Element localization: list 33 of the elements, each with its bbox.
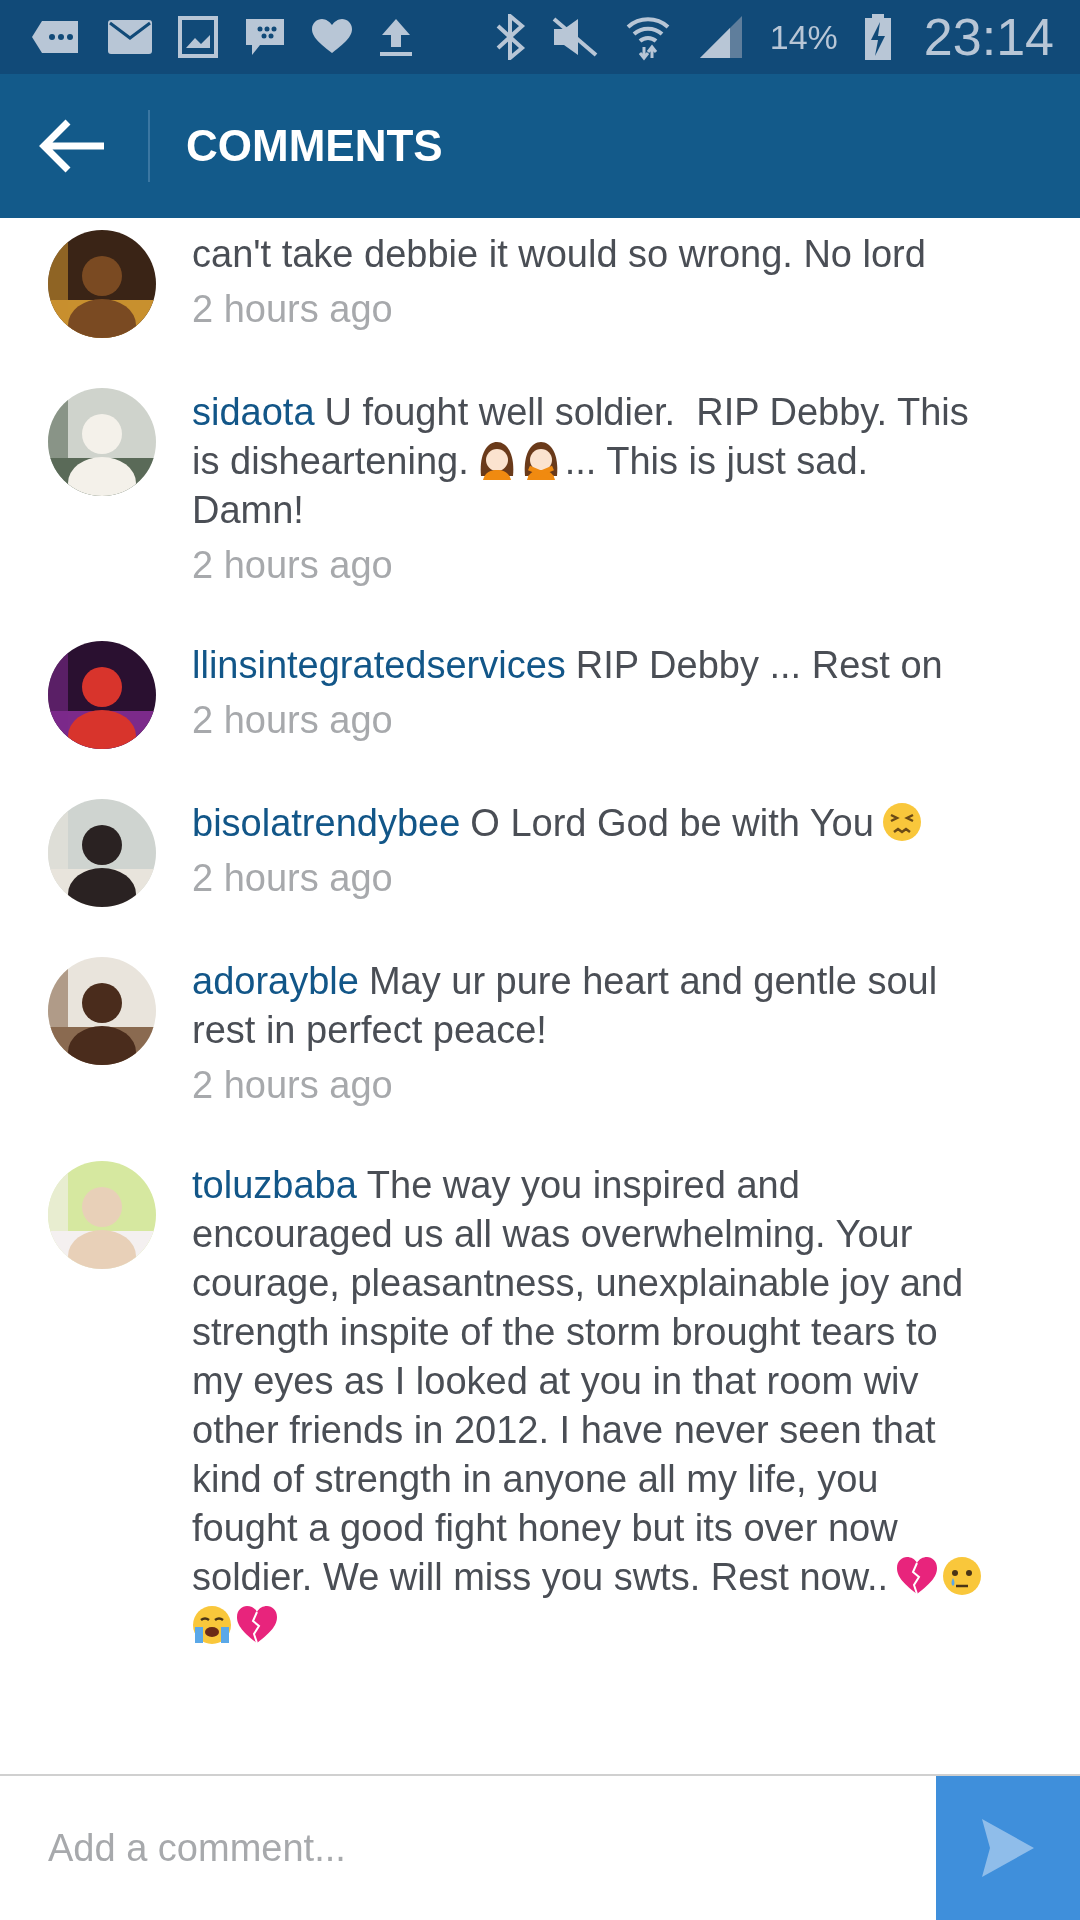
send-icon: [982, 1819, 1034, 1877]
broken-heart-emoji-icon: [896, 1556, 939, 1596]
message-icon: [244, 17, 286, 57]
comment-time: 2 hours ago: [192, 543, 394, 588]
comment-text: toluzbaba The way you inspired and encouraged us all was overwhelming. Your courage, pleasantness, unexplainable joy and strength inspite of the storm brought tears to my eyes as I looked at you in that room wiv other friends in 2012. I have never seen that kind of strength in anyone all my life, you fought a good fight honey but its over now soldier. We will miss you swts. Rest now..: [192, 1161, 992, 1651]
heart-icon: [312, 19, 352, 55]
comment-text: adorayble May ur pure heart and gentle soul rest in perfect peace!: [192, 959, 939, 1053]
username-link[interactable]: bisolatrendybee: [192, 802, 461, 844]
battery-percent: 14%: [769, 17, 838, 57]
mute-icon: [551, 17, 598, 57]
comment-time: 2 hours ago: [192, 856, 394, 901]
sobbing-face-emoji-icon: [192, 1605, 232, 1645]
broken-heart-emoji-icon: [236, 1605, 278, 1645]
comment-text: sidaota U fought well soldier. RIP Debby. This is disheartening. ... This is just sad. Damn!: [192, 390, 970, 533]
back-arrow-icon[interactable]: [38, 118, 106, 174]
screen-title: COMMENTS: [186, 121, 443, 171]
username-link[interactable]: sidaota: [192, 391, 315, 433]
comment-text: bisolatrendybee O Lord God be with You: [192, 799, 926, 848]
comment-text: can't take debbie it would so wrong. No lord: [192, 232, 927, 277]
username-link[interactable]: toluzbaba: [192, 1164, 357, 1206]
clock: 23:14: [923, 7, 1054, 67]
comment-time: 2 hours ago: [192, 1063, 394, 1108]
upload-icon: [378, 17, 414, 57]
username-link[interactable]: adorayble: [192, 960, 359, 1002]
persevering-face-emoji-icon: [881, 802, 922, 842]
comment-time: 2 hours ago: [192, 698, 394, 743]
mail-icon: [108, 20, 152, 54]
comment-text: llinsintegratedservices RIP Debby ... Rest on: [192, 643, 944, 688]
comment-time: 2 hours ago: [192, 287, 394, 332]
crying-face-emoji-icon: [942, 1556, 983, 1596]
image-icon: [178, 16, 218, 58]
battery-charging-icon: [863, 14, 892, 60]
username-link[interactable]: llinsintegratedservices: [192, 644, 566, 686]
